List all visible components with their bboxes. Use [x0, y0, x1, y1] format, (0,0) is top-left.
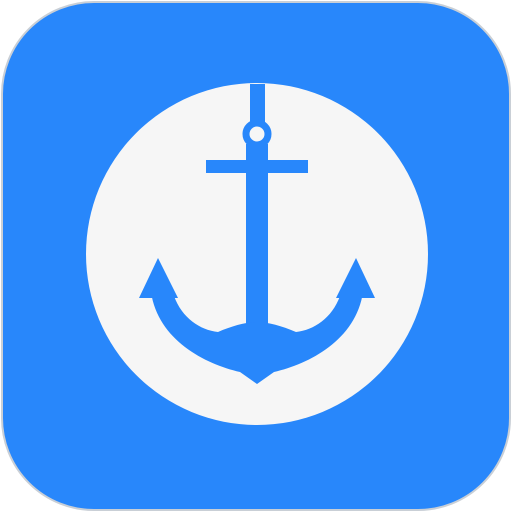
- app-icon-canvas: [0, 0, 512, 512]
- app-icon[interactable]: [0, 0, 512, 512]
